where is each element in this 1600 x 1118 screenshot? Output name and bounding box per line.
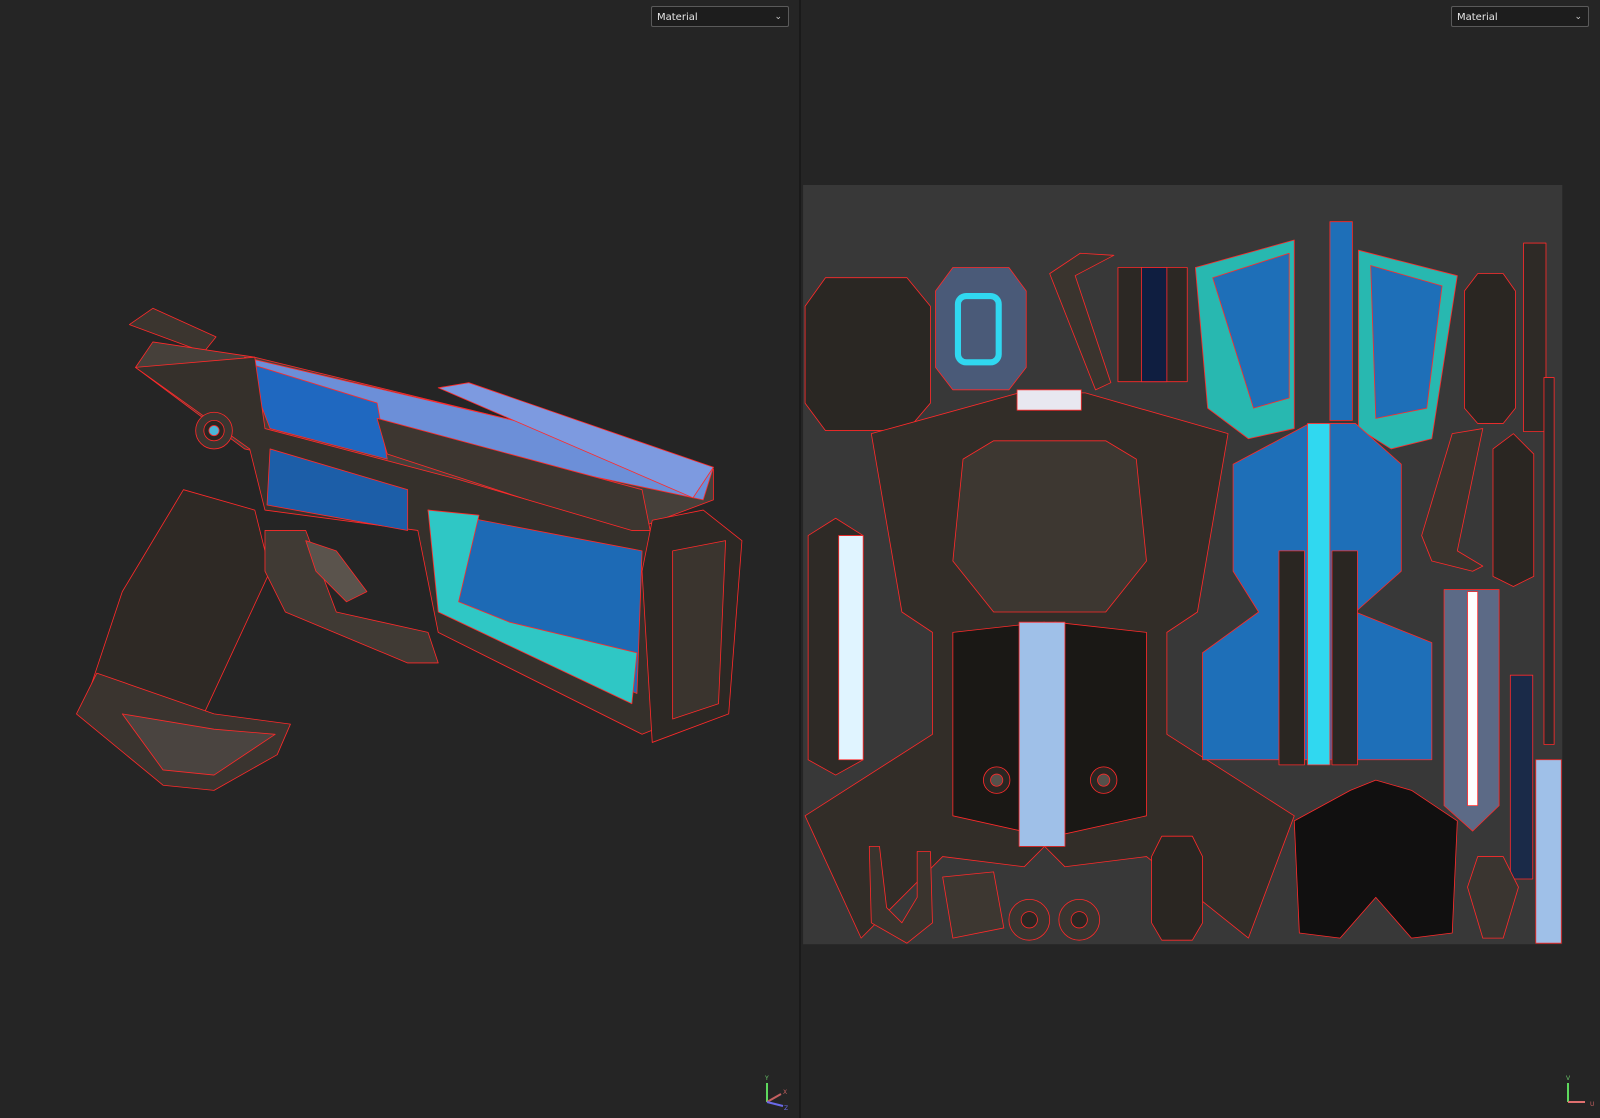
shading-mode-dropdown[interactable]: Material ⌄	[651, 6, 789, 27]
chevron-down-icon: ⌄	[1574, 12, 1582, 22]
pistol-model-render	[76, 307, 743, 791]
uv-shading-mode-dropdown[interactable]: Material ⌄	[1451, 6, 1589, 27]
uv-editor-viewport[interactable]: Material ⌄ V U	[801, 0, 1600, 1118]
3d-viewport[interactable]: Material ⌄ Y X Z	[0, 0, 799, 1118]
chevron-down-icon: ⌄	[774, 12, 782, 22]
shading-mode-value: Material	[657, 12, 698, 23]
uv-shading-mode-value: Material	[1457, 12, 1498, 23]
uv-layout-texture	[803, 184, 1563, 945]
